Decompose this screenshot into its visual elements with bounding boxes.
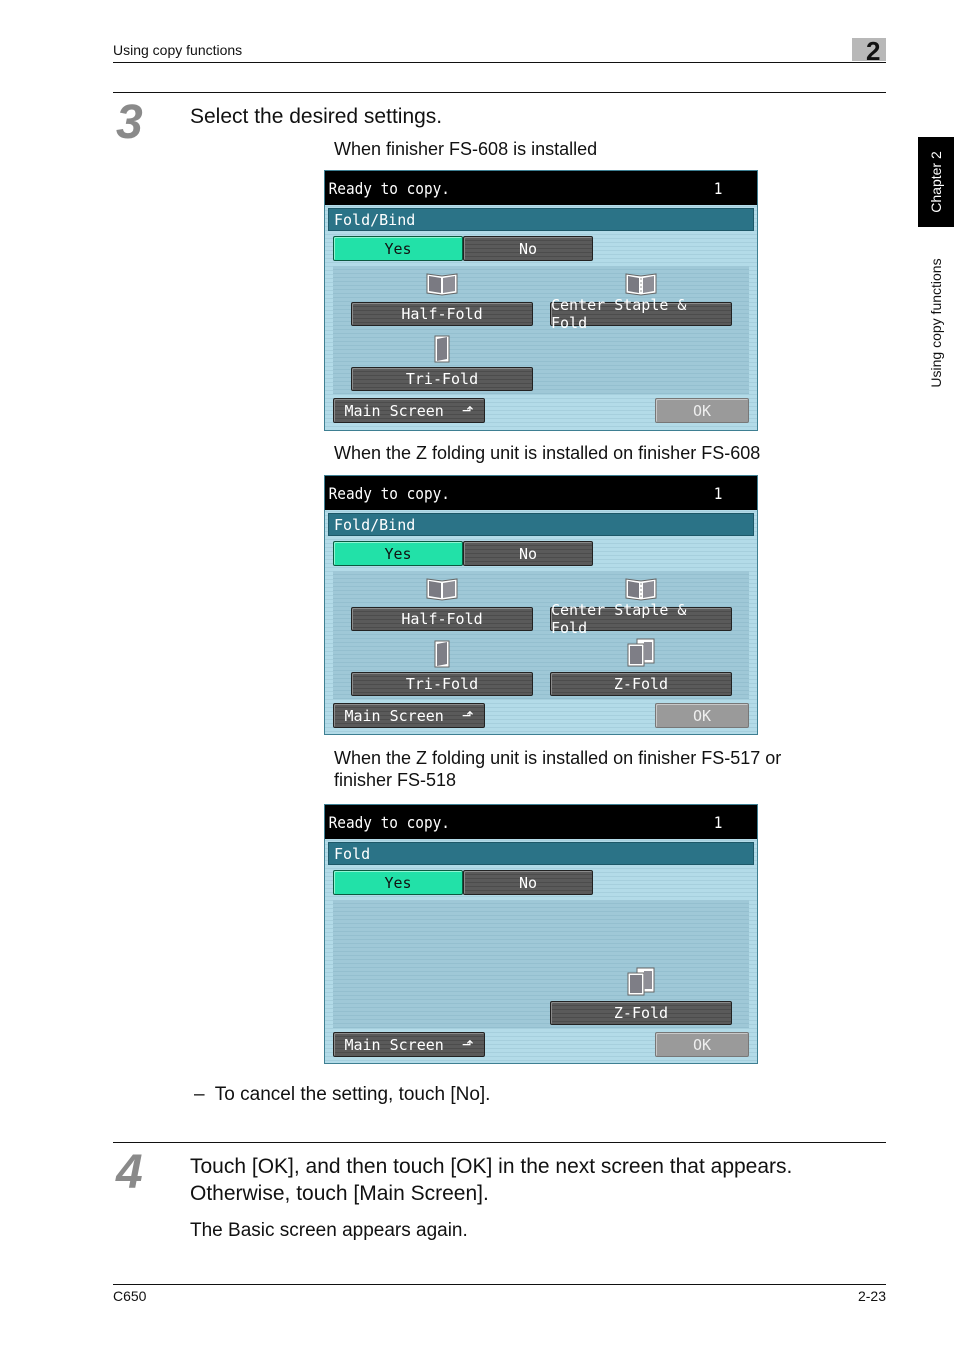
center-staple-fold-icon [625,273,657,296]
return-arrow-icon: ⬏ [461,1036,474,1053]
status-text: Ready to copy. [328,178,450,198]
copier-panel-fs517-fs518: Ready to copy. 1 Fold Yes No Z-Fold Main… [324,804,758,1064]
footer-model: C650 [113,1288,147,1304]
tri-fold-button[interactable]: Tri-Fold [351,672,533,696]
step-4-instruction-line-1: Touch [OK], and then touch [OK] in the n… [190,1155,793,1178]
no-button[interactable]: No [463,236,593,261]
step-3-rule [113,92,886,93]
z-fold-icon [627,967,655,996]
ok-button[interactable]: OK [655,1032,749,1057]
copy-count: 1 [713,178,723,198]
side-tab-section: Using copy functions [918,235,954,410]
note-text: To cancel the setting, touch [No]. [214,1084,491,1105]
screen-2-caption: When the Z folding unit is installed on … [334,443,761,463]
main-screen-button[interactable]: Main Screen ⬏ [333,1032,485,1057]
step-4-instruction-line-2: Otherwise, touch [Main Screen]. [190,1182,489,1205]
half-fold-icon [426,273,458,296]
status-bar: Ready to copy. 1 [325,805,757,839]
step-4-number: 4 [116,1146,143,1199]
step-3-number: 3 [116,96,143,149]
side-tab-chapter: Chapter 2 [918,137,954,227]
panel-title: Fold/Bind [328,513,754,536]
footer-page-number: 2-23 [857,1288,886,1304]
half-fold-button[interactable]: Half-Fold [351,302,533,326]
no-button[interactable]: No [463,870,593,895]
tri-fold-icon [434,640,450,668]
yes-button[interactable]: Yes [333,541,463,566]
return-arrow-icon: ⬏ [461,402,474,419]
main-screen-button[interactable]: Main Screen ⬏ [333,398,485,423]
note-bullet: – [194,1084,205,1105]
status-bar: Ready to copy. 1 [325,476,757,510]
tri-fold-icon [434,335,450,363]
ok-button[interactable]: OK [655,398,749,423]
half-fold-icon [426,578,458,601]
main-screen-label: Main Screen [344,1035,444,1054]
yes-button[interactable]: Yes [333,236,463,261]
panel-title: Fold [328,842,754,865]
no-button[interactable]: No [463,541,593,566]
side-tab-section-label: Using copy functions [928,257,944,388]
running-header-title: Using copy functions [113,42,243,58]
fold-options-area: Half-Fold Center Staple & Fold Tri-Fold … [333,571,749,699]
main-screen-label: Main Screen [344,401,444,420]
main-screen-button[interactable]: Main Screen ⬏ [333,703,485,728]
copy-count: 1 [713,483,723,503]
center-staple-fold-icon [625,578,657,601]
status-text: Ready to copy. [328,812,450,832]
z-fold-button[interactable]: Z-Fold [550,1001,732,1025]
half-fold-button[interactable]: Half-Fold [351,607,533,631]
fold-options-area: Z-Fold [333,900,749,1028]
copy-count: 1 [713,812,723,832]
center-staple-fold-button[interactable]: Center Staple & Fold [550,296,732,332]
fold-options-area: Half-Fold Center Staple & Fold Tri-Fold [333,266,749,394]
copier-panel-fs608: Ready to copy. 1 Fold/Bind Yes No Half-F… [324,170,758,431]
ok-button[interactable]: OK [655,703,749,728]
status-bar: Ready to copy. 1 [325,171,757,205]
side-tab-chapter-label: Chapter 2 [928,151,944,213]
tri-fold-button[interactable]: Tri-Fold [351,367,533,391]
status-text: Ready to copy. [328,483,450,503]
yes-button[interactable]: Yes [333,870,463,895]
main-screen-label: Main Screen [344,706,444,725]
step-3-instruction: Select the desired settings. [190,105,443,128]
z-fold-icon [627,638,655,667]
cancel-note: – To cancel the setting, touch [No]. [194,1083,490,1107]
step-4-result: The Basic screen appears again. [190,1220,468,1241]
screen-3-caption-line-1: When the Z folding unit is installed on … [334,748,782,768]
screen-3-caption-line-2: finisher FS-518 [334,770,457,790]
footer-rule [113,1284,886,1285]
return-arrow-icon: ⬏ [461,707,474,724]
header-rule [113,62,886,63]
screen-1-caption: When finisher FS-608 is installed [334,139,598,159]
center-staple-fold-button[interactable]: Center Staple & Fold [550,601,732,637]
step-4-rule [113,1142,886,1143]
copier-panel-fs608-z-fold: Ready to copy. 1 Fold/Bind Yes No Half-F… [324,475,758,735]
panel-title: Fold/Bind [328,208,754,231]
z-fold-button[interactable]: Z-Fold [550,672,732,696]
